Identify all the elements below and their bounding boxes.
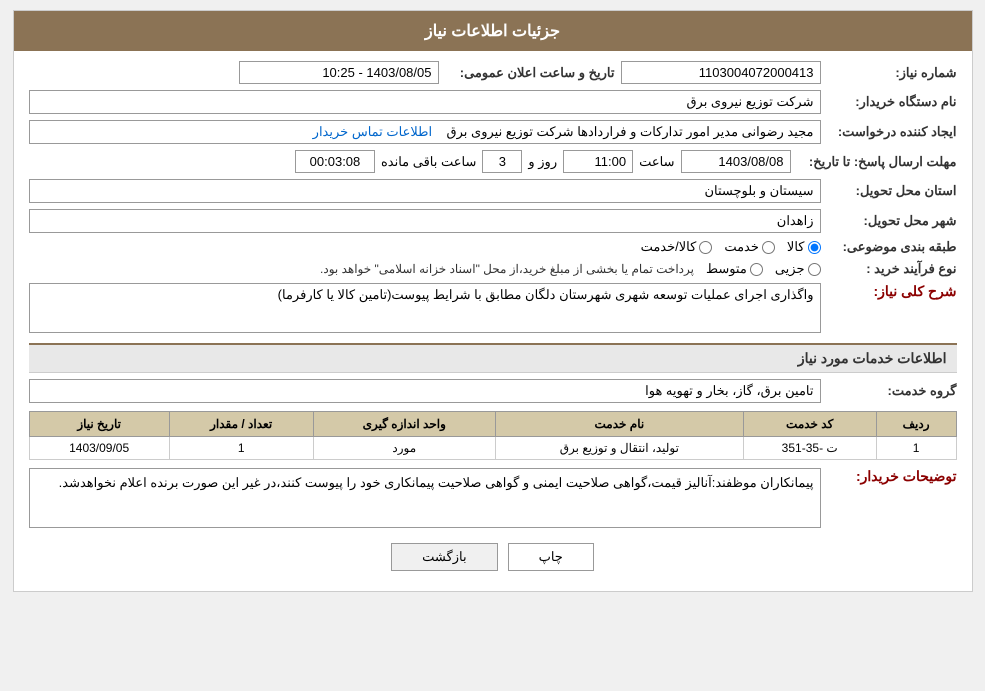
col-date: تاریخ نیاز (29, 412, 169, 437)
process-medium-radio[interactable] (750, 263, 763, 276)
response-time-label: ساعت (639, 154, 674, 170)
buttons-row: چاپ بازگشت (29, 543, 957, 571)
announce-label: تاریخ و ساعت اعلان عمومی: (445, 65, 615, 81)
need-number-row: شماره نیاز: 1103004072000413 تاریخ و ساع… (29, 61, 957, 84)
service-group-value: تامین برق، گاز، بخار و تهویه هوا (29, 379, 821, 403)
process-medium-label: متوسط (706, 261, 747, 277)
services-section-title: اطلاعات خدمات مورد نیاز (29, 343, 957, 373)
process-row: نوع فرآیند خرید : جزیی متوسط پرداخت تمام… (29, 261, 957, 277)
need-number-value: 1103004072000413 (621, 61, 821, 84)
service-group-row: گروه خدمت: تامین برق، گاز، بخار و تهویه … (29, 379, 957, 403)
cell-name: تولید، انتقال و توزیع برق (495, 437, 743, 460)
response-time-value: 11:00 (563, 150, 633, 173)
province-row: استان محل تحویل: سیستان و بلوچستان (29, 179, 957, 203)
cell-date: 1403/09/05 (29, 437, 169, 460)
table-row: 1ت -35-351تولید، انتقال و توزیع برقمورد1… (29, 437, 956, 460)
process-partial-radio[interactable] (808, 263, 821, 276)
category-goods-label: کالا (787, 239, 805, 255)
category-label: طبقه بندی موضوعی: (827, 239, 957, 255)
response-deadline-label: مهلت ارسال پاسخ: تا تاریخ: (797, 154, 957, 170)
response-date-value: 1403/08/08 (681, 150, 791, 173)
buyer-org-value: شرکت توزیع نیروی برق (29, 90, 821, 114)
city-value: زاهدان (29, 209, 821, 233)
page-container: جزئیات اطلاعات نیاز شماره نیاز: 11030040… (13, 10, 973, 592)
category-goods-item: کالا (787, 239, 821, 255)
category-row: طبقه بندی موضوعی: کالا خدمت کالا/خدمت (29, 239, 957, 255)
process-medium-item: متوسط (706, 261, 763, 277)
response-deadline-row: مهلت ارسال پاسخ: تا تاریخ: 1403/08/08 سا… (29, 150, 957, 173)
category-goods-service-radio[interactable] (699, 241, 712, 254)
response-days-value: 3 (482, 150, 522, 173)
description-section-label: شرح کلی نیاز: (827, 283, 957, 300)
creator-value: مجید رضوانی مدیر امور تداركات و فرارداده… (29, 120, 821, 144)
services-table: ردیف کد خدمت نام خدمت واحد اندازه گیری ت… (29, 411, 957, 460)
category-service-label: خدمت (724, 239, 759, 255)
buyer-notes-row: توضیحات خریدار: (29, 468, 957, 528)
process-partial-label: جزیی (775, 261, 805, 277)
buyer-org-label: نام دستگاه خریدار: (827, 94, 957, 110)
process-notice-text: پرداخت تمام یا بخشی از مبلغ خرید،از محل … (320, 262, 694, 276)
cell-code: ت -35-351 (743, 437, 876, 460)
announce-value: 1403/08/05 - 10:25 (239, 61, 439, 84)
page-header: جزئیات اطلاعات نیاز (14, 11, 972, 51)
col-index: ردیف (876, 412, 956, 437)
creator-contact-link[interactable]: اطلاعات تماس خریدار (313, 124, 432, 139)
service-group-label: گروه خدمت: (827, 383, 957, 399)
back-button[interactable]: بازگشت (391, 543, 497, 571)
remaining-label: ساعت باقی مانده (381, 154, 476, 170)
description-value: واگذاری اجرای عملیات توسعه شهری شهرستان … (29, 283, 821, 333)
cell-unit: مورد (313, 437, 495, 460)
services-table-container: ردیف کد خدمت نام خدمت واحد اندازه گیری ت… (29, 411, 957, 460)
category-service-radio[interactable] (762, 241, 775, 254)
category-goods-service-label: کالا/خدمت (641, 239, 697, 255)
category-service-item: خدمت (724, 239, 775, 255)
buyer-notes-label: توضیحات خریدار: (827, 468, 957, 485)
cell-index: 1 (876, 437, 956, 460)
need-number-label: شماره نیاز: (827, 65, 957, 81)
cell-quantity: 1 (169, 437, 313, 460)
content-area: شماره نیاز: 1103004072000413 تاریخ و ساع… (14, 51, 972, 591)
buyer-notes-textarea[interactable] (29, 468, 821, 528)
page-title: جزئیات اطلاعات نیاز (425, 23, 560, 40)
col-code: کد خدمت (743, 412, 876, 437)
col-name: نام خدمت (495, 412, 743, 437)
category-goods-radio[interactable] (808, 241, 821, 254)
remaining-time-value: 00:03:08 (295, 150, 375, 173)
col-quantity: تعداد / مقدار (169, 412, 313, 437)
creator-row: ایجاد کننده درخواست: مجید رضوانی مدیر ام… (29, 120, 957, 144)
creator-label: ایجاد کننده درخواست: (827, 124, 957, 140)
col-unit: واحد اندازه گیری (313, 412, 495, 437)
city-label: شهر محل تحویل: (827, 213, 957, 229)
city-row: شهر محل تحویل: زاهدان (29, 209, 957, 233)
province-label: استان محل تحویل: (827, 183, 957, 199)
process-label: نوع فرآیند خرید : (827, 261, 957, 277)
process-radio-group: جزیی متوسط پرداخت تمام یا بخشی از مبلغ خ… (29, 261, 821, 277)
description-row: شرح کلی نیاز: واگذاری اجرای عملیات توسعه… (29, 283, 957, 333)
province-value: سیستان و بلوچستان (29, 179, 821, 203)
process-partial-item: جزیی (775, 261, 821, 277)
print-button[interactable]: چاپ (508, 543, 594, 571)
response-days-label: روز و (528, 154, 557, 170)
category-goods-service-item: کالا/خدمت (641, 239, 713, 255)
buyer-org-row: نام دستگاه خریدار: شرکت توزیع نیروی برق (29, 90, 957, 114)
category-radio-group: کالا خدمت کالا/خدمت (29, 239, 821, 255)
